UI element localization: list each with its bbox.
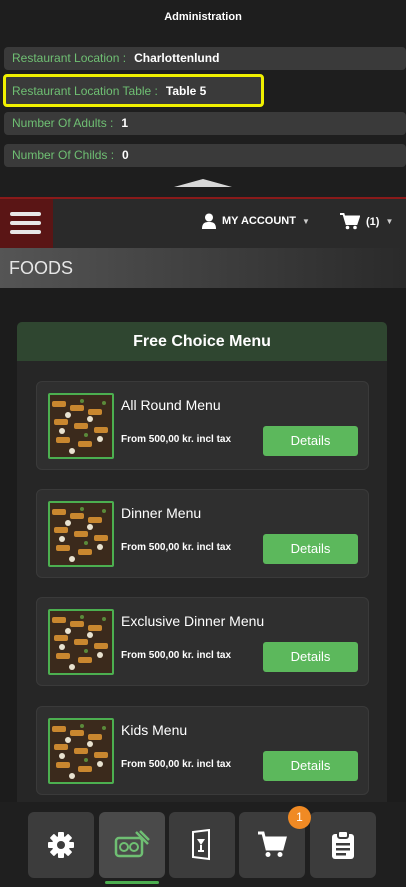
menu-card[interactable]: Dinner Menu From 500,00 kr. incl tax Det… (36, 489, 369, 578)
settings-button[interactable] (28, 812, 94, 878)
cart-icon (340, 213, 360, 230)
food-thumbnail (48, 609, 114, 675)
food-menu-button[interactable] (99, 812, 165, 878)
section-title: FOODS (9, 258, 74, 278)
bottom-nav-bar (0, 802, 406, 887)
hamburger-menu-button[interactable] (0, 199, 53, 248)
my-account-label: MY ACCOUNT (222, 215, 296, 227)
childs-value: 0 (122, 148, 129, 162)
cart-badge: 1 (288, 806, 311, 829)
childs-label: Number Of Childs : (12, 148, 115, 162)
gear-icon (48, 832, 74, 858)
free-choice-menu-panel: Free Choice Menu All Round Menu From 500… (17, 322, 387, 812)
order-clipboard-button[interactable] (310, 812, 376, 878)
section-header: FOODS (0, 248, 406, 288)
table-value: Table 5 (165, 84, 207, 98)
chevron-down-icon: ▼ (301, 216, 310, 226)
hamburger-line (10, 230, 41, 234)
details-button[interactable]: Details (263, 534, 358, 564)
details-button[interactable]: Details (263, 642, 358, 672)
food-thumbnail (48, 393, 114, 459)
menu-item-price: From 500,00 kr. incl tax (121, 542, 232, 553)
admin-panel: Administration Restaurant Location : Char… (0, 0, 406, 197)
menu-item-name: Exclusive Dinner Menu (121, 613, 265, 629)
menu-item-price: From 500,00 kr. incl tax (121, 434, 232, 445)
hamburger-line (10, 221, 41, 225)
menu-card[interactable]: All Round Menu From 500,00 kr. incl tax … (36, 381, 369, 470)
location-label: Restaurant Location : (12, 51, 127, 65)
cart-button[interactable]: (1) ▼ (340, 213, 393, 230)
cart-count: (1) (366, 215, 380, 228)
details-button[interactable]: Details (263, 426, 358, 456)
info-row-adults: Number Of Adults : 1 (4, 112, 406, 135)
info-row-location: Restaurant Location : Charlottenlund (4, 47, 406, 70)
menu-card[interactable]: Kids Menu From 500,00 kr. incl tax Detai… (36, 706, 369, 795)
admin-title: Administration (164, 11, 242, 23)
food-menu-icon (114, 830, 150, 858)
food-thumbnail (48, 501, 114, 567)
cart-icon (258, 831, 287, 857)
menu-item-price: From 500,00 kr. incl tax (121, 650, 232, 661)
table-label: Restaurant Location Table : (12, 84, 158, 98)
adults-label: Number Of Adults : (12, 116, 114, 130)
menu-item-price: From 500,00 kr. incl tax (121, 759, 232, 770)
my-account-button[interactable]: MY ACCOUNT ▼ (202, 213, 310, 229)
menu-card[interactable]: Exclusive Dinner Menu From 500,00 kr. in… (36, 597, 369, 686)
active-tab-indicator (105, 881, 159, 884)
top-nav: MY ACCOUNT ▼ (1) ▼ (0, 197, 406, 248)
collapse-arrow-icon[interactable] (174, 179, 232, 187)
menu-panel-title: Free Choice Menu (17, 322, 387, 361)
drinks-menu-button[interactable] (169, 812, 235, 878)
user-icon (202, 213, 216, 229)
menu-item-name: Dinner Menu (121, 505, 202, 521)
hamburger-line (10, 212, 41, 216)
location-value: Charlottenlund (134, 51, 220, 65)
adults-value: 1 (121, 116, 129, 130)
drinks-menu-icon (192, 829, 210, 861)
clipboard-icon (332, 830, 354, 859)
chevron-down-icon: ▼ (385, 217, 394, 226)
details-button[interactable]: Details (263, 751, 358, 781)
info-row-childs: Number Of Childs : 0 (4, 144, 406, 167)
food-thumbnail (48, 718, 114, 784)
menu-item-name: All Round Menu (121, 397, 221, 413)
info-row-table: Restaurant Location Table : Table 5 (3, 74, 264, 107)
menu-item-name: Kids Menu (121, 722, 188, 738)
